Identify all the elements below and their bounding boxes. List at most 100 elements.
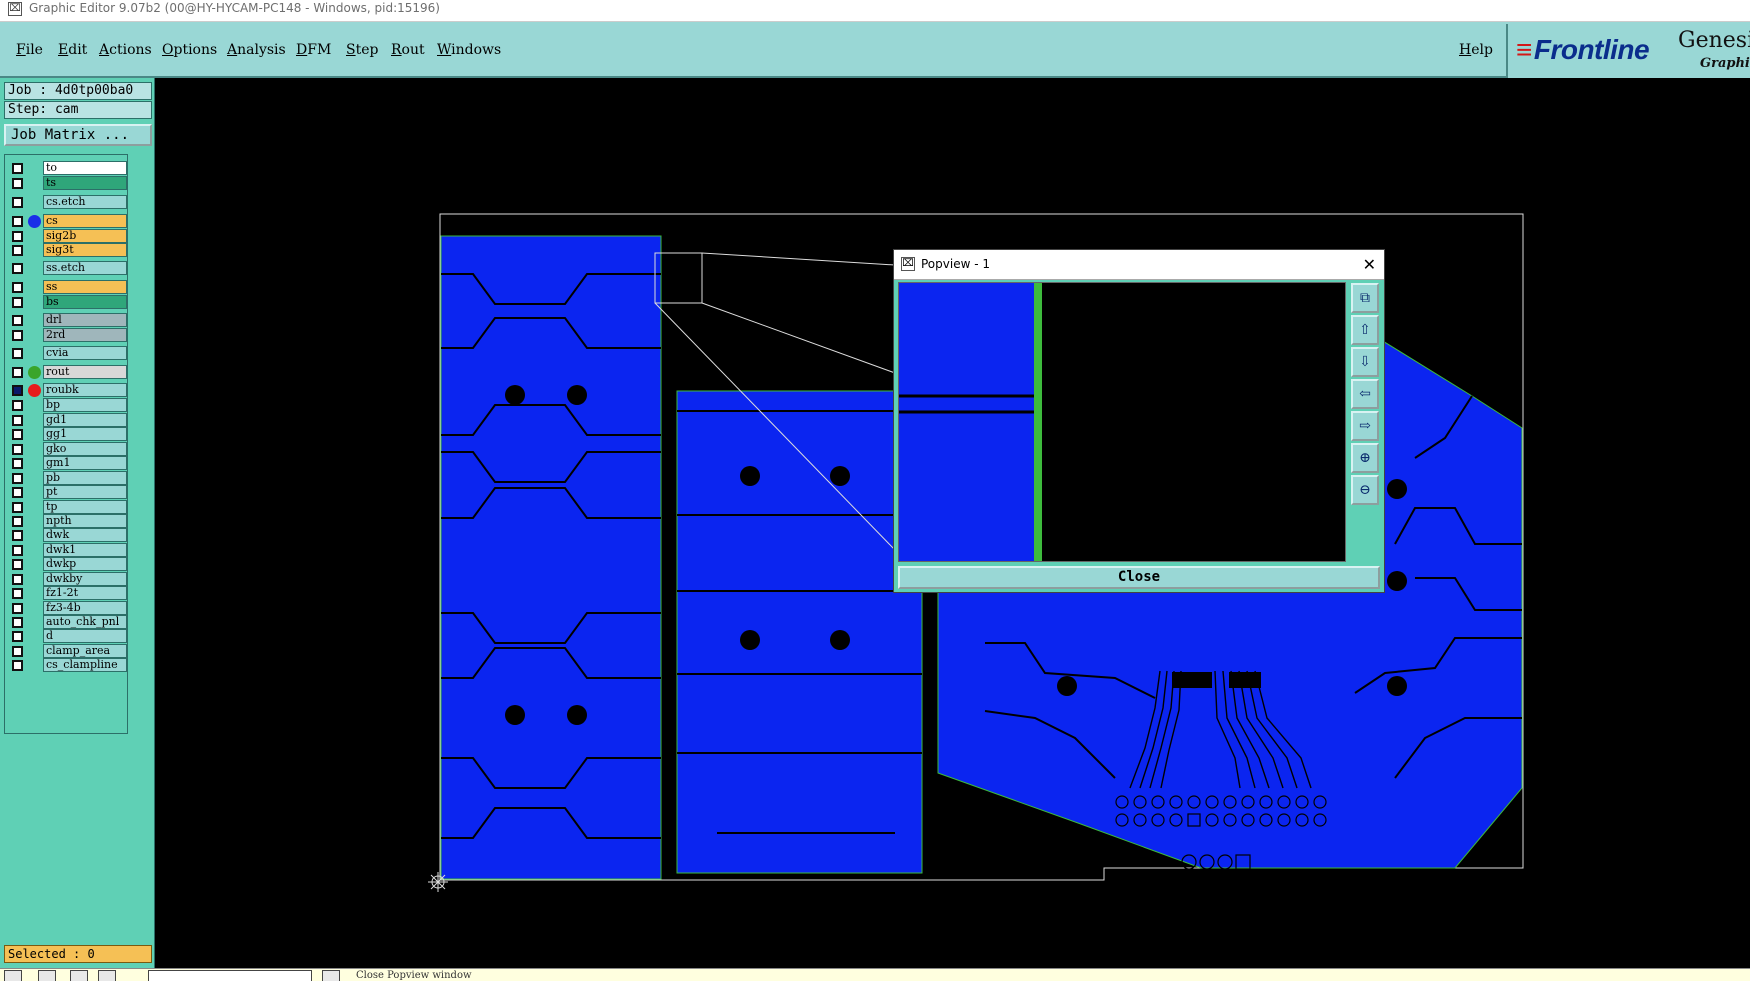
layer-name[interactable]: dwk1: [43, 543, 127, 557]
menu-edit[interactable]: Edit: [58, 42, 87, 58]
layer-checkbox[interactable]: [12, 263, 23, 274]
layer-row-d[interactable]: d: [7, 629, 129, 643]
layer-name[interactable]: d: [43, 629, 127, 643]
layer-name[interactable]: bp: [43, 398, 127, 412]
layer-row-to[interactable]: to: [7, 161, 129, 175]
layer-name[interactable]: roubk: [43, 383, 127, 397]
layer-name[interactable]: drl: [43, 313, 127, 327]
layer-row-sig3t[interactable]: sig3t: [7, 243, 129, 257]
pan-right-icon[interactable]: ⇨: [1351, 411, 1379, 441]
layer-row-sig2b[interactable]: sig2b: [7, 229, 129, 243]
zoom-out-icon[interactable]: ⊖: [1351, 475, 1379, 505]
menu-windows[interactable]: Windows: [437, 42, 501, 58]
zoom-fit-icon[interactable]: ⧉: [1351, 283, 1379, 313]
layer-checkbox[interactable]: [12, 385, 23, 396]
layer-checkbox[interactable]: [12, 502, 23, 513]
layer-checkbox[interactable]: [12, 588, 23, 599]
layer-checkbox[interactable]: [12, 545, 23, 556]
layer-checkbox[interactable]: [12, 646, 23, 657]
layer-name[interactable]: cs: [43, 214, 127, 228]
layer-checkbox[interactable]: [12, 530, 23, 541]
layer-name[interactable]: cs.etch: [43, 195, 127, 209]
layer-checkbox[interactable]: [12, 367, 23, 378]
layer-row-tp[interactable]: tp: [7, 500, 129, 514]
layer-name[interactable]: dwkby: [43, 572, 127, 586]
layer-name[interactable]: tp: [43, 500, 127, 514]
status-button-2[interactable]: [38, 970, 56, 981]
status-input[interactable]: [148, 970, 312, 981]
layer-checkbox[interactable]: [12, 631, 23, 642]
layer-checkbox[interactable]: [12, 297, 23, 308]
layer-name[interactable]: auto_chk_pnl: [43, 615, 127, 629]
layer-name[interactable]: ts: [43, 176, 127, 190]
layer-checkbox[interactable]: [12, 348, 23, 359]
layer-name[interactable]: gko: [43, 442, 127, 456]
status-button-1[interactable]: [4, 970, 22, 981]
layer-row-dwk1[interactable]: dwk1: [7, 543, 129, 557]
layer-checkbox[interactable]: [12, 330, 23, 341]
layer-name[interactable]: sig3t: [43, 243, 127, 257]
close-icon[interactable]: ✕: [1363, 250, 1376, 279]
layer-row-gm1[interactable]: gm1: [7, 456, 129, 470]
layer-checkbox[interactable]: [12, 458, 23, 469]
menu-actions[interactable]: Actions: [99, 42, 152, 58]
layer-row-fz1-2t[interactable]: fz1-2t: [7, 586, 129, 600]
menu-options[interactable]: Options: [162, 42, 217, 58]
layer-row-gko[interactable]: gko: [7, 442, 129, 456]
layer-row-npth[interactable]: npth: [7, 514, 129, 528]
layer-checkbox[interactable]: [12, 178, 23, 189]
layer-checkbox[interactable]: [12, 473, 23, 484]
layer-row-bp[interactable]: bp: [7, 398, 129, 412]
layer-name[interactable]: npth: [43, 514, 127, 528]
layer-row-rout[interactable]: rout: [7, 365, 129, 379]
layer-row-ss-etch[interactable]: ss.etch: [7, 261, 129, 275]
layer-row-cs-etch[interactable]: cs.etch: [7, 195, 129, 209]
layer-name[interactable]: gg1: [43, 427, 127, 441]
menu-step[interactable]: Step: [346, 42, 378, 58]
layer-checkbox[interactable]: [12, 197, 23, 208]
layer-row-cs-clampline[interactable]: cs_clampline: [7, 658, 129, 672]
menu-help[interactable]: Help: [1459, 42, 1493, 58]
layer-checkbox[interactable]: [12, 660, 23, 671]
layer-row-gg1[interactable]: gg1: [7, 427, 129, 441]
pan-left-icon[interactable]: ⇦: [1351, 379, 1379, 409]
layer-checkbox[interactable]: [12, 487, 23, 498]
layer-name[interactable]: gm1: [43, 456, 127, 470]
layer-checkbox[interactable]: [12, 516, 23, 527]
layer-row-auto-chk-pnl[interactable]: auto_chk_pnl: [7, 615, 129, 629]
menu-analysis[interactable]: Analysis: [227, 42, 286, 58]
layer-row-cs[interactable]: cs: [7, 214, 129, 228]
layer-checkbox[interactable]: [12, 429, 23, 440]
status-button-4[interactable]: [98, 970, 116, 981]
layer-name[interactable]: cs_clampline: [43, 658, 127, 672]
layer-name[interactable]: to: [43, 161, 127, 175]
layer-row-clamp-area[interactable]: clamp_area: [7, 644, 129, 658]
zoom-in-icon[interactable]: ⊕: [1351, 443, 1379, 473]
layer-row-bs[interactable]: bs: [7, 295, 129, 309]
layer-name[interactable]: pt: [43, 485, 127, 499]
layer-name[interactable]: bs: [43, 295, 127, 309]
layer-name[interactable]: ss: [43, 280, 127, 294]
layer-name[interactable]: dwkp: [43, 557, 127, 571]
layer-checkbox[interactable]: [12, 444, 23, 455]
layer-row-cvia[interactable]: cvia: [7, 346, 129, 360]
popview-zoom-view[interactable]: [898, 282, 1346, 562]
layer-name[interactable]: 2rd: [43, 328, 127, 342]
layer-row-dwk[interactable]: dwk: [7, 528, 129, 542]
menu-dfm[interactable]: DFM: [296, 42, 331, 58]
layer-checkbox[interactable]: [12, 603, 23, 614]
pan-up-icon[interactable]: ⇧: [1351, 315, 1379, 345]
layer-row-pb[interactable]: pb: [7, 471, 129, 485]
layer-name[interactable]: sig2b: [43, 229, 127, 243]
status-button-5[interactable]: [322, 970, 340, 981]
layer-row-pt[interactable]: pt: [7, 485, 129, 499]
menu-rout[interactable]: Rout: [391, 42, 425, 58]
layer-checkbox[interactable]: [12, 400, 23, 411]
layer-row-roubk[interactable]: roubk: [7, 383, 129, 397]
job-matrix-button[interactable]: Job Matrix ...: [4, 124, 152, 146]
layer-name[interactable]: pb: [43, 471, 127, 485]
layer-name[interactable]: dwk: [43, 528, 127, 542]
layer-name[interactable]: fz1-2t: [43, 586, 127, 600]
layer-checkbox[interactable]: [12, 216, 23, 227]
layer-name[interactable]: rout: [43, 365, 127, 379]
